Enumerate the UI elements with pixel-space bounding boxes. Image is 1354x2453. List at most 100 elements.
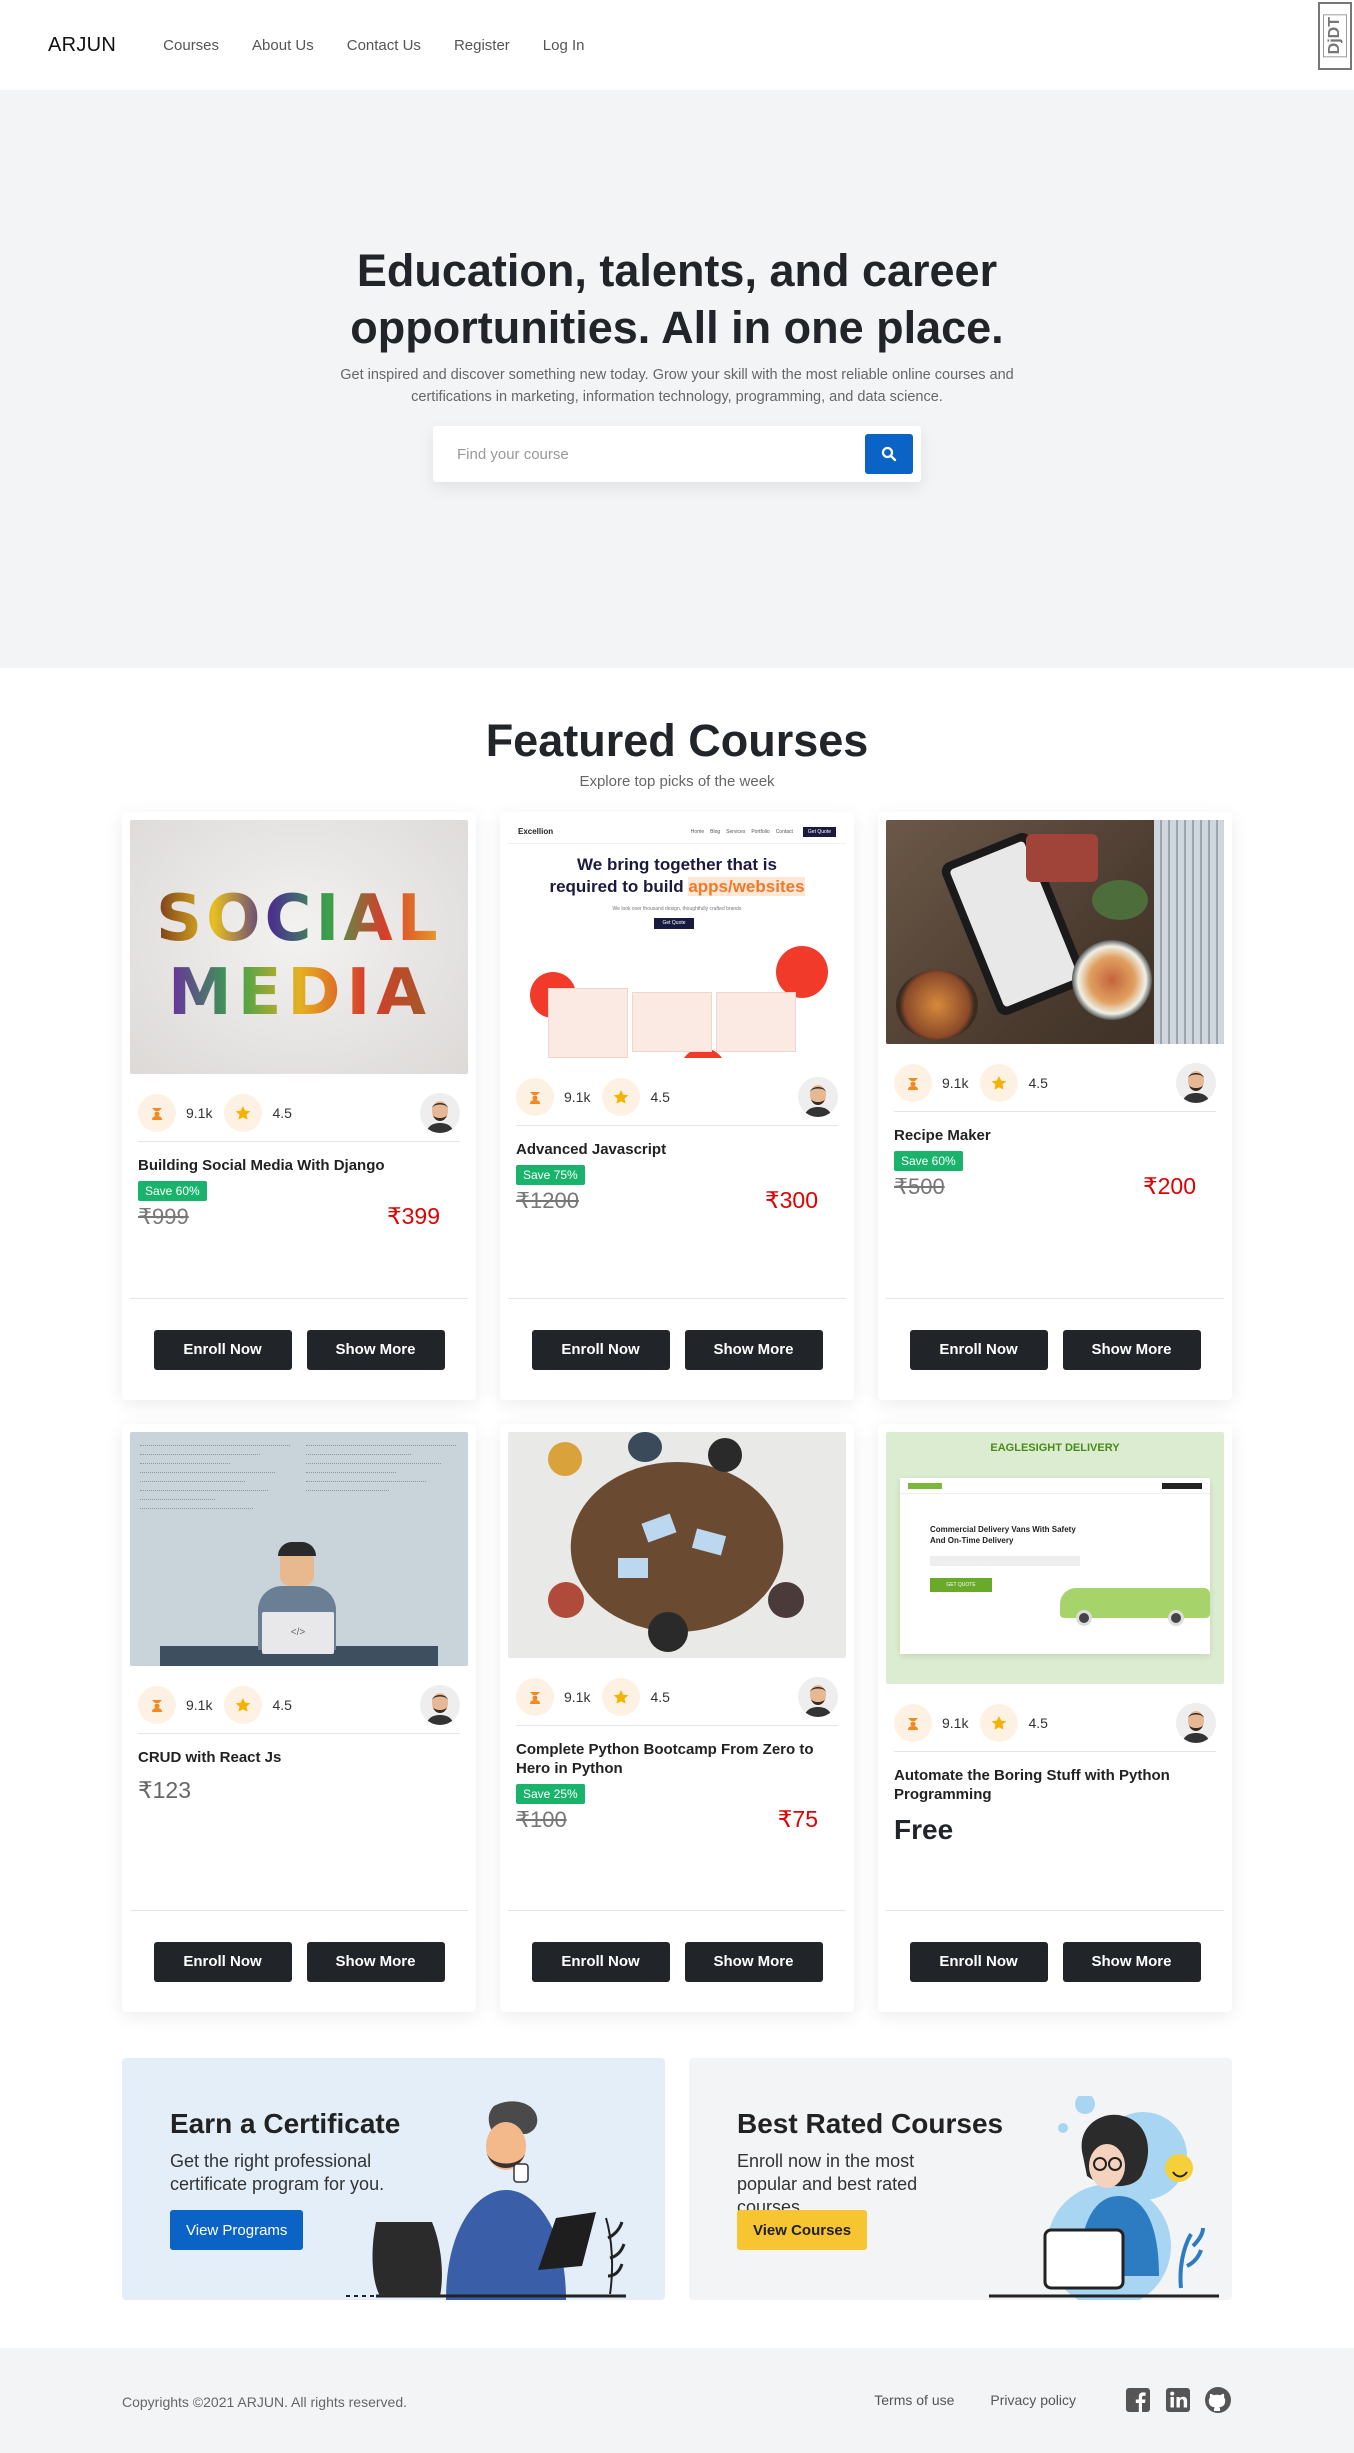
price-row: ₹100 ₹75 — [516, 1806, 838, 1833]
enroll-now-button[interactable]: Enroll Now — [531, 1941, 670, 1982]
course-stats: 9.1k 4.5 — [138, 1676, 460, 1734]
rating-value: 4.5 — [272, 1104, 292, 1121]
current-price: ₹75 — [777, 1806, 818, 1832]
instructor-avatar[interactable] — [1176, 1062, 1216, 1103]
linkedin-icon[interactable] — [1164, 2386, 1192, 2414]
thumb-code-bg — [306, 1440, 456, 1494]
thumb-laptop: </> — [262, 1612, 334, 1654]
search-button[interactable] — [865, 434, 913, 474]
promo-text: Enroll now in the most popular and best … — [737, 2151, 918, 2217]
thumb-word-social: SOCIAL — [156, 882, 442, 956]
course-title[interactable]: Advanced Javascript — [516, 1140, 838, 1159]
course-title[interactable]: Building Social Media With Django — [138, 1156, 460, 1175]
thumb-headline: We bring together that is — [577, 855, 777, 874]
search-input[interactable] — [457, 445, 865, 463]
enroll-now-button[interactable]: Enroll Now — [153, 1941, 292, 1982]
students-count: 9.1k — [186, 1696, 213, 1713]
nav-link-courses[interactable]: Courses — [147, 37, 235, 54]
nav-link-contact[interactable]: Contact Us — [331, 37, 437, 54]
instructor-avatar[interactable] — [420, 1092, 460, 1133]
thumb-text-placeholder — [930, 1556, 1080, 1566]
enroll-now-button[interactable]: Enroll Now — [909, 1941, 1048, 1982]
thumb-person — [768, 1582, 804, 1618]
enroll-now-button[interactable]: Enroll Now — [153, 1329, 292, 1370]
course-card: 9.1k 4.5 Recipe Maker Save 60% ₹500 ₹200… — [878, 812, 1232, 1400]
view-courses-button[interactable]: View Courses — [737, 2210, 868, 2250]
nav-link-about[interactable]: About Us — [236, 37, 330, 54]
thumb-van-wheel — [1168, 1610, 1184, 1626]
course-thumbnail[interactable]: EAGLESIGHT DELIVERY Commercial Delivery … — [886, 1432, 1224, 1684]
course-title[interactable]: Recipe Maker — [894, 1126, 1216, 1145]
footer-links: Terms of use Privacy policy — [874, 2386, 1232, 2414]
course-stats: 9.1k 4.5 — [138, 1084, 460, 1142]
rating-value: 4.5 — [1028, 1714, 1048, 1731]
course-thumbnail[interactable] — [886, 820, 1224, 1044]
course-card: EAGLESIGHT DELIVERY Commercial Delivery … — [878, 1424, 1232, 2012]
view-programs-button[interactable]: View Programs — [170, 2210, 304, 2250]
show-more-button[interactable]: Show More — [1062, 1941, 1201, 1982]
github-icon[interactable] — [1204, 2386, 1232, 2414]
nav-link-register[interactable]: Register — [438, 37, 526, 54]
thumb-person — [628, 1432, 662, 1462]
nav-link-login[interactable]: Log In — [527, 37, 601, 54]
course-title[interactable]: CRUD with React Js — [138, 1748, 460, 1767]
price-row: ₹500 ₹200 — [894, 1173, 1216, 1200]
privacy-link[interactable]: Privacy policy — [990, 2392, 1076, 2408]
old-price: ₹1200 — [516, 1187, 579, 1213]
course-thumbnail[interactable]: Excellion Home Blog Services Portfolio C… — [508, 820, 846, 1058]
discount-badge: Save 75% — [516, 1165, 585, 1185]
thumb-nav-home: Home — [690, 828, 705, 835]
current-price: ₹300 — [764, 1187, 818, 1213]
instructor-avatar[interactable] — [1176, 1702, 1216, 1743]
facebook-icon[interactable] — [1124, 2386, 1152, 2414]
show-more-button[interactable]: Show More — [306, 1941, 445, 1982]
star-icon — [980, 1063, 1019, 1102]
thumb-laptop — [618, 1558, 648, 1578]
course-stats: 9.1k 4.5 — [894, 1054, 1216, 1112]
instructor-avatar[interactable] — [798, 1076, 838, 1117]
featured-header: Featured Courses Explore top picks of th… — [0, 715, 1354, 790]
brand-logo[interactable]: ARJUN — [48, 34, 116, 57]
instructor-avatar[interactable] — [420, 1684, 460, 1725]
rating-value: 4.5 — [1028, 1074, 1048, 1091]
rating-value: 4.5 — [650, 1088, 670, 1105]
course-thumbnail[interactable] — [508, 1432, 846, 1658]
thumb-nav-contact: Contact — [775, 828, 793, 835]
thumb-cta: Get Quote — [654, 918, 694, 929]
students-count: 9.1k — [942, 1074, 969, 1091]
rating-value: 4.5 — [650, 1688, 670, 1705]
hero-section: Education, talents, and career opportuni… — [0, 90, 1354, 668]
course-card: Excellion Home Blog Services Portfolio C… — [500, 812, 854, 1400]
card-actions: Enroll Now Show More — [886, 1910, 1224, 2012]
thumb-food — [1092, 880, 1148, 920]
course-card: 9.1k 4.5 Complete Python Bootcamp From Z… — [500, 1424, 854, 2012]
course-title[interactable]: Complete Python Bootcamp From Zero to He… — [516, 1740, 838, 1778]
instructor-avatar[interactable] — [798, 1676, 838, 1717]
thumb-person — [548, 1442, 582, 1476]
show-more-button[interactable]: Show More — [684, 1941, 823, 1982]
star-icon — [602, 1077, 641, 1116]
price-row: ₹1200 ₹300 — [516, 1187, 838, 1214]
show-more-button[interactable]: Show More — [684, 1329, 823, 1370]
show-more-button[interactable]: Show More — [306, 1329, 445, 1370]
navbar: ARJUN Courses About Us Contact Us Regist… — [0, 0, 1354, 90]
thumb-nav-cta: Get Quote — [802, 826, 836, 837]
thumb-brand: Excellion — [518, 827, 554, 836]
show-more-button[interactable]: Show More — [1062, 1329, 1201, 1370]
course-thumbnail[interactable]: SOCIAL MEDIA — [130, 820, 468, 1074]
thumb-mock-card — [548, 988, 628, 1058]
copyright-text: Copyrights ©2021 ARJUN. All rights reser… — [122, 2394, 407, 2410]
students-icon — [516, 1677, 554, 1716]
thumb-sub: We look over thousand design, thoughtful… — [612, 906, 742, 912]
thumb-person — [648, 1612, 688, 1652]
terms-link[interactable]: Terms of use — [874, 2392, 954, 2408]
debug-toolbar-handle[interactable]: DjDT — [1318, 2, 1352, 70]
discount-badge: Save 60% — [894, 1151, 963, 1171]
course-thumbnail[interactable]: </> — [130, 1432, 468, 1666]
debug-toolbar-label: DjDT — [1323, 14, 1347, 58]
enroll-now-button[interactable]: Enroll Now — [909, 1329, 1048, 1370]
course-title[interactable]: Automate the Boring Stuff with Python Pr… — [894, 1766, 1216, 1804]
card-actions: Enroll Now Show More — [130, 1298, 468, 1400]
enroll-now-button[interactable]: Enroll Now — [531, 1329, 670, 1370]
featured-subtitle: Explore top picks of the week — [579, 773, 775, 790]
